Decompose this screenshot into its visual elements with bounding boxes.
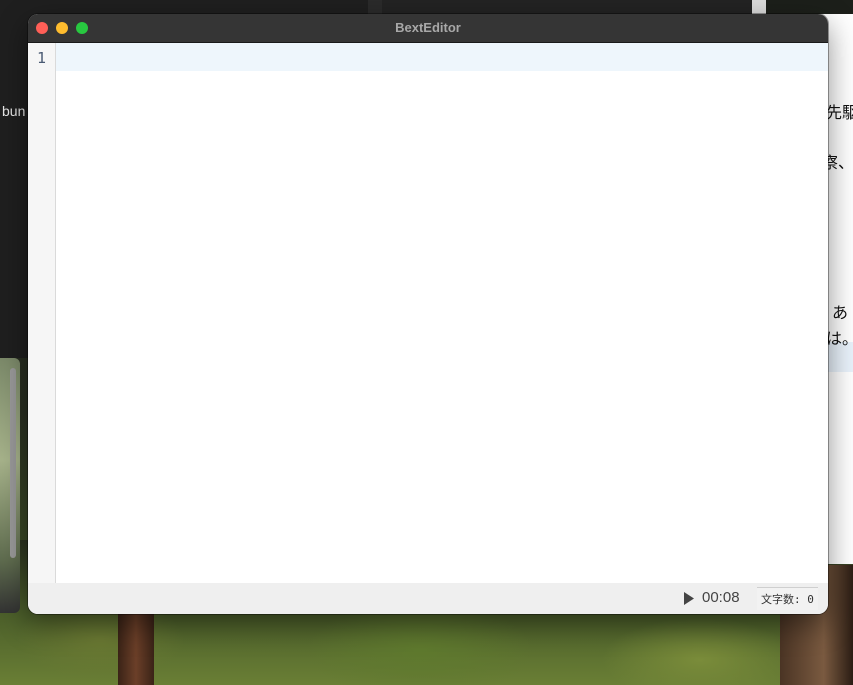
character-count: 文字数: 0 [757, 587, 818, 610]
background-text-line: 先駆 [826, 105, 853, 122]
timer-display: 00:08 [702, 589, 740, 606]
text-editor-input[interactable] [60, 47, 820, 567]
background-window-divider [368, 0, 382, 14]
play-button[interactable] [683, 591, 697, 607]
editor-window[interactable]: BextEditor 1 00:08 文字数: 0 [28, 14, 828, 614]
play-triangle-icon [684, 592, 694, 605]
title-bar[interactable]: BextEditor [28, 14, 828, 43]
background-photo-window[interactable] [0, 358, 20, 613]
line-number-gutter: 1 [28, 43, 56, 583]
background-text-line: は。 [826, 331, 853, 348]
background-scrollbar[interactable] [10, 368, 16, 558]
background-text-line: あ [832, 305, 849, 322]
status-bar: 00:08 文字数: 0 [28, 584, 828, 614]
window-title: BextEditor [395, 20, 461, 35]
background-window-text: bun [2, 103, 26, 119]
editor-area[interactable]: 1 [28, 43, 828, 583]
line-number: 1 [36, 49, 47, 67]
